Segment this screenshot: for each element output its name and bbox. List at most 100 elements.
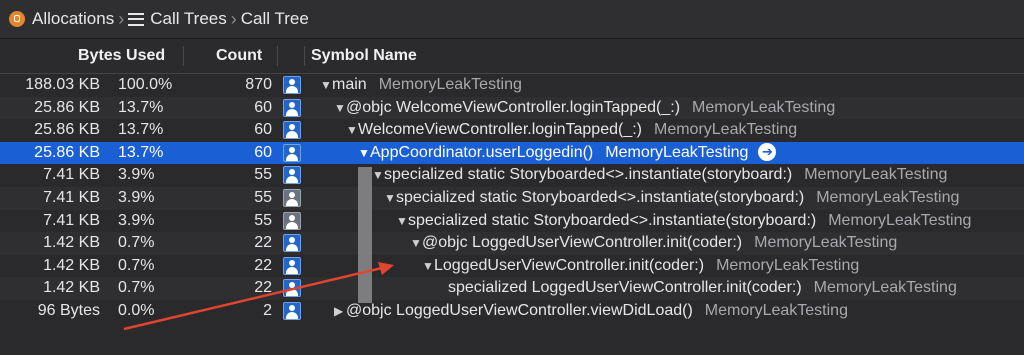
breadcrumb-item-call-tree[interactable]: Call Tree	[241, 9, 309, 29]
table-row[interactable]: 7.41 KB 3.9% 55 ▼specialized static Storybo…	[0, 164, 1024, 187]
user-code-icon	[283, 279, 301, 298]
disclosure-expanded-icon[interactable]: ▼	[358, 142, 370, 165]
library-name: MemoryLeakTesting	[754, 234, 898, 252]
bytes-used-cell: 25.86 KB	[34, 121, 100, 139]
library-name: MemoryLeakTesting	[692, 98, 836, 116]
symbol-cell: ▼main MemoryLeakTesting	[320, 74, 522, 97]
symbol-cell: ▼specialized static Storyboarded<>.insta…	[384, 187, 959, 210]
percent-cell: 3.9%	[118, 211, 155, 229]
list-icon	[128, 12, 145, 26]
percent-cell: 100.0%	[118, 76, 173, 93]
library-name: MemoryLeakTesting	[828, 211, 972, 229]
breadcrumb-label: Call Tree	[240, 9, 309, 28]
library-name: MemoryLeakTesting	[378, 76, 522, 93]
disclosure-expanded-icon[interactable]: ▼	[346, 119, 358, 142]
disclosure-expanded-icon[interactable]: ▼	[372, 164, 384, 187]
user-code-icon	[283, 143, 301, 162]
count-cell: 55	[254, 211, 272, 229]
symbol-name: specialized static Storyboarded<>.instan…	[384, 166, 793, 184]
symbol-name: main	[332, 76, 367, 93]
user-code-icon	[283, 189, 301, 207]
user-code-icon	[283, 76, 301, 94]
user-code-icon	[283, 234, 301, 253]
bytes-used-cell: 7.41 KB	[43, 189, 100, 206]
library-name: MemoryLeakTesting	[804, 166, 948, 184]
column-divider[interactable]	[183, 46, 184, 66]
table-row[interactable]: 7.41 KB 3.9% 55 ▼specialized static Storybo…	[0, 187, 1024, 210]
table-row[interactable]: 1.42 KB 0.7% 22 ▼@objc LoggedUserViewContro…	[0, 232, 1024, 255]
symbol-name: AppCoordinator.userLoggedin()	[370, 143, 594, 161]
count-cell: 60	[254, 121, 272, 139]
user-code-icon	[283, 302, 301, 320]
count-cell: 22	[254, 279, 272, 297]
disclosure-expanded-icon[interactable]: ▼	[320, 74, 332, 97]
symbol-cell: ▼@objc LoggedUserViewController.init(cod…	[410, 232, 897, 255]
disclosure-expanded-icon[interactable]: ▼	[396, 210, 408, 233]
percent-cell: 13.7%	[118, 143, 164, 161]
percent-cell: 0.7%	[118, 279, 155, 297]
disclosure-expanded-icon[interactable]: ▼	[422, 255, 434, 278]
table-row[interactable]: 188.03 KB 100.0% 870 ▼main MemoryLeakTesting	[0, 74, 1024, 97]
library-name: MemoryLeakTesting	[816, 189, 960, 206]
table-row-selected[interactable]: 25.86 KB 13.7% 60 ▼AppCoordinator.userLogge…	[0, 141, 1024, 165]
table-row[interactable]: 1.42 KB 0.7% 22 specialized LoggedUserViewC…	[0, 277, 1024, 300]
count-cell: 55	[254, 189, 272, 206]
table-row[interactable]: 25.86 KB 13.7% 60 ▼@objc WelcomeViewControl…	[0, 96, 1024, 120]
bytes-used-cell: 7.41 KB	[43, 211, 100, 229]
user-code-icon	[283, 98, 301, 117]
user-code-icon	[283, 121, 301, 140]
count-cell: 870	[245, 76, 272, 93]
disclosure-expanded-icon[interactable]: ▼	[410, 232, 422, 255]
user-code-icon	[283, 211, 301, 230]
column-divider[interactable]	[304, 46, 305, 66]
percent-cell: 0.0%	[118, 302, 155, 319]
indent-gutter	[358, 167, 372, 303]
percent-cell: 3.9%	[118, 189, 155, 206]
symbol-cell: ▼specialized static Storyboarded<>.insta…	[396, 210, 971, 233]
breadcrumb: Allocations › Call Trees › Call Tree	[0, 0, 1024, 39]
count-cell: 60	[254, 143, 272, 161]
library-name: MemoryLeakTesting	[605, 143, 749, 161]
disclosure-collapsed-icon[interactable]: ▶	[334, 300, 346, 323]
bytes-used-cell: 7.41 KB	[43, 166, 100, 184]
bytes-used-cell: 25.86 KB	[34, 143, 100, 161]
library-name: MemoryLeakTesting	[654, 121, 798, 139]
symbol-name: LoggedUserViewController.init(coder:)	[434, 256, 705, 274]
breadcrumb-item-call-trees[interactable]: Call Trees	[128, 9, 227, 29]
library-name: MemoryLeakTesting	[813, 279, 957, 297]
symbol-cell: specialized LoggedUserViewController.ini…	[448, 277, 957, 300]
bytes-used-cell: 96 Bytes	[37, 302, 100, 319]
go-to-source-icon[interactable]: ➔	[758, 142, 777, 161]
library-name: MemoryLeakTesting	[716, 256, 860, 274]
symbol-cell: ▼specialized static Storyboarded<>.insta…	[372, 164, 947, 187]
percent-cell: 13.7%	[118, 121, 164, 139]
column-divider[interactable]	[277, 46, 278, 66]
symbol-cell: ▼WelcomeViewController.loginTapped(_:) Me…	[346, 119, 797, 142]
bytes-used-cell: 1.42 KB	[43, 256, 100, 274]
column-symbol-name[interactable]: Symbol Name	[311, 39, 417, 73]
percent-cell: 0.7%	[118, 256, 155, 274]
breadcrumb-label: Allocations	[32, 9, 115, 28]
breadcrumb-item-allocations[interactable]: Allocations	[0, 9, 114, 29]
user-code-icon	[283, 256, 301, 275]
symbol-name: @objc LoggedUserViewController.viewDidLo…	[346, 302, 693, 319]
symbol-name: specialized static Storyboarded<>.instan…	[408, 211, 817, 229]
column-bytes-used[interactable]: Bytes Used	[78, 39, 165, 73]
table-row[interactable]: 25.86 KB 13.7% 60 ▼WelcomeViewController.lo…	[0, 119, 1024, 142]
disclosure-expanded-icon[interactable]: ▼	[384, 187, 396, 210]
percent-cell: 13.7%	[118, 98, 164, 116]
bytes-used-cell: 1.42 KB	[43, 234, 100, 252]
chevron-right-icon: ›	[118, 8, 125, 29]
table-row[interactable]: 7.41 KB 3.9% 55 ▼specialized static Storybo…	[0, 210, 1024, 233]
symbol-cell: ▼@objc WelcomeViewController.loginTapped…	[334, 97, 835, 120]
table-row[interactable]: 96 Bytes 0.0% 2 ▶ @objc LoggedUserViewContro…	[0, 300, 1024, 323]
symbol-name: specialized LoggedUserViewController.ini…	[448, 279, 802, 297]
column-count[interactable]: Count	[216, 39, 262, 73]
disclosure-expanded-icon[interactable]: ▼	[334, 97, 346, 120]
breadcrumb-label: Call Trees	[150, 9, 227, 28]
column-header: Bytes Used Count Symbol Name	[0, 39, 1024, 74]
bytes-used-cell: 25.86 KB	[34, 98, 100, 116]
chevron-right-icon: ›	[230, 8, 237, 29]
percent-cell: 0.7%	[118, 234, 155, 252]
table-row[interactable]: 1.42 KB 0.7% 22 ▼LoggedUserViewController.i…	[0, 255, 1024, 278]
